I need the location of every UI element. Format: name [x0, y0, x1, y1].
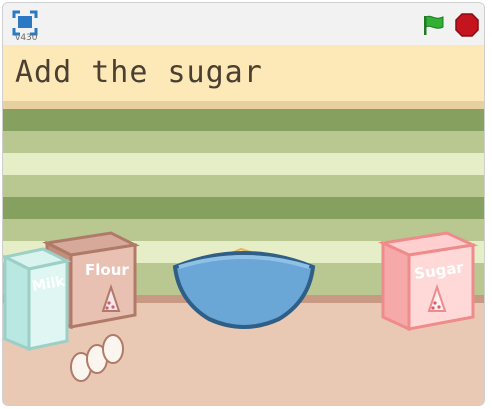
stage-canvas[interactable]: Add the sugar Flour Milk Sugar [3, 45, 484, 405]
milk-sprite[interactable]: Milk [3, 245, 73, 355]
version-label: v430 [15, 33, 38, 43]
project-player: v430 Add the sugar Flour Milk Sugar [2, 2, 485, 406]
wall-stripe [3, 109, 484, 131]
wall-stripe [3, 101, 484, 109]
caption-banner: Add the sugar [3, 45, 484, 101]
wall-stripe [3, 197, 484, 219]
flour-label: Flour [85, 261, 129, 279]
stop-icon[interactable] [455, 13, 479, 37]
caption-text: Add the sugar [15, 55, 263, 90]
wall-stripe [3, 131, 484, 153]
wall-stripe [3, 153, 484, 175]
bowl-sprite[interactable] [169, 241, 319, 333]
wall-stripe [3, 175, 484, 197]
player-controls-bar: v430 [3, 3, 484, 45]
eggs-sprite[interactable] [67, 327, 137, 387]
green-flag-icon[interactable] [422, 14, 446, 36]
sugar-sprite[interactable]: Sugar [377, 223, 481, 335]
